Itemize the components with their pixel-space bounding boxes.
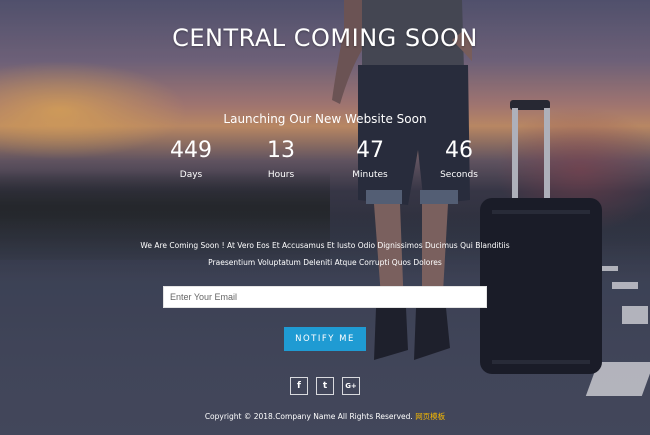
description-line: Praesentium Voluptatum Deleniti Atque Co…	[208, 258, 442, 267]
google-plus-icon[interactable]: G+	[342, 377, 360, 395]
countdown-value: 46	[445, 138, 473, 163]
countdown-seconds: 46 Seconds	[414, 138, 504, 180]
copyright-text: Copyright © 2018.Company Name All Rights…	[204, 412, 413, 421]
countdown-label: Minutes	[352, 170, 388, 180]
main-content: CENTRAL COMING SOON Launching Our New We…	[0, 0, 650, 435]
email-input[interactable]	[163, 286, 487, 308]
facebook-icon[interactable]: f	[290, 377, 308, 395]
page-title: CENTRAL COMING SOON	[172, 24, 478, 52]
countdown-value: 449	[170, 138, 212, 163]
countdown-value: 13	[267, 138, 295, 163]
twitter-icon[interactable]: t	[316, 377, 334, 395]
countdown-label: Days	[179, 170, 203, 180]
notify-me-button[interactable]: NOTIFY ME	[284, 327, 366, 351]
countdown-label: Seconds	[440, 170, 478, 180]
subtitle: Launching Our New Website Soon	[223, 112, 427, 126]
countdown-label: Hours	[267, 170, 295, 180]
footer: Copyright © 2018.Company Name All Rights…	[0, 411, 650, 422]
countdown-hours: 13 Hours	[236, 138, 326, 180]
description-line: We Are Coming Soon ! At Vero Eos Et Accu…	[140, 241, 510, 250]
countdown-days: 449 Days	[146, 138, 236, 180]
description: We Are Coming Soon ! At Vero Eos Et Accu…	[0, 237, 650, 271]
countdown-value: 47	[356, 138, 384, 163]
countdown-minutes: 47 Minutes	[325, 138, 415, 180]
footer-link[interactable]: 网页模板	[415, 412, 445, 421]
